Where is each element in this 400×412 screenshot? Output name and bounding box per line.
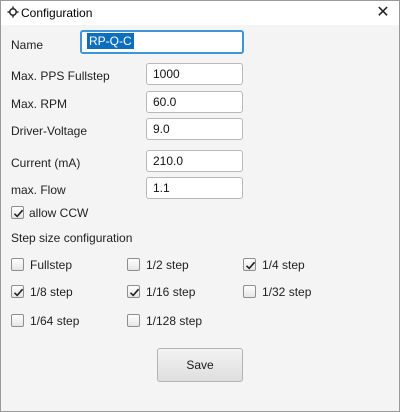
current-label: Current (mA) — [11, 156, 81, 170]
max-flow-field[interactable]: 1.1 — [146, 177, 243, 199]
save-button[interactable]: Save — [157, 348, 243, 382]
max-rpm-label: Max. RPM — [11, 97, 68, 111]
eighth-step-checkbox[interactable] — [11, 285, 24, 298]
quarter-step-label: 1/4 step — [262, 258, 305, 272]
driver-voltage-field[interactable]: 9.0 — [146, 118, 243, 140]
max-pps-field[interactable]: 1000 — [146, 63, 243, 85]
sixteenth-step-checkbox[interactable] — [127, 285, 140, 298]
sixty-fourth-step-checkbox[interactable] — [11, 314, 24, 327]
max-flow-label: max. Flow — [11, 183, 66, 197]
quarter-step-checkbox[interactable] — [243, 258, 256, 271]
one-twenty-eighth-step-checkbox[interactable] — [127, 314, 140, 327]
fullstep-checkbox[interactable] — [11, 258, 24, 271]
window-title: Configuration — [21, 6, 93, 20]
checkmark-icon — [245, 261, 256, 270]
checkmark-icon — [13, 288, 24, 297]
title-bar: Configuration ✕ — [1, 1, 399, 25]
allow-ccw-checkbox[interactable] — [11, 206, 24, 219]
sixteenth-step-label: 1/16 step — [146, 285, 196, 299]
thirty-second-step-checkbox[interactable] — [243, 285, 256, 298]
step-size-heading: Step size configuration — [11, 231, 133, 245]
half-step-label: 1/2 step — [146, 258, 189, 272]
eighth-step-label: 1/8 step — [30, 285, 73, 299]
configuration-window: Configuration ✕ Name RP-Q-C Max. PPS Ful… — [0, 0, 400, 412]
one-twenty-eighth-step-label: 1/128 step — [146, 314, 203, 328]
name-label: Name — [11, 38, 44, 52]
checkmark-icon — [13, 209, 24, 218]
gear-icon — [7, 6, 19, 18]
max-pps-label: Max. PPS Fullstep — [11, 69, 110, 83]
half-step-checkbox[interactable] — [127, 258, 140, 271]
current-field[interactable]: 210.0 — [146, 150, 243, 172]
name-field[interactable]: RP-Q-C — [80, 30, 244, 54]
sixty-fourth-step-label: 1/64 step — [30, 314, 80, 328]
checkmark-icon — [129, 288, 140, 297]
close-icon[interactable]: ✕ — [373, 3, 393, 23]
thirty-second-step-label: 1/32 step — [262, 285, 312, 299]
driver-voltage-label: Driver-Voltage — [11, 124, 88, 138]
allow-ccw-label: allow CCW — [29, 206, 89, 220]
max-rpm-field[interactable]: 60.0 — [146, 91, 243, 113]
fullstep-label: Fullstep — [30, 258, 73, 272]
name-value: RP-Q-C — [87, 33, 134, 49]
